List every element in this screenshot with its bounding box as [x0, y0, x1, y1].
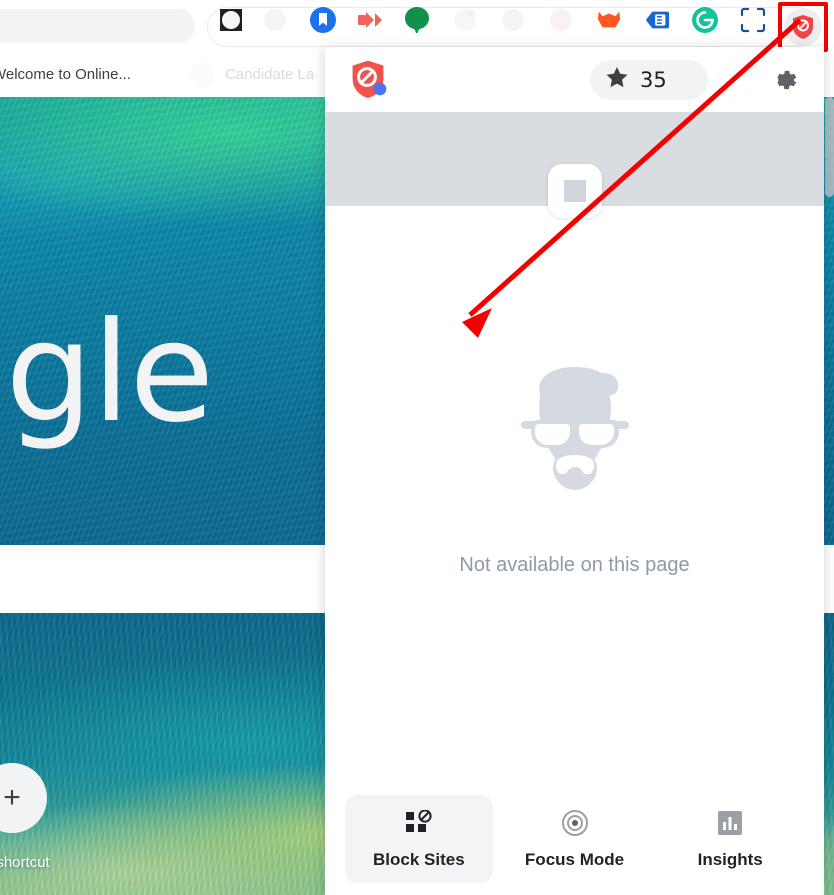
popup-header-actions: 35 [590, 59, 802, 100]
extension-icon-8[interactable] [548, 7, 574, 33]
browser-toolbar [0, 0, 834, 52]
bookmark-extension-icon[interactable] [310, 7, 336, 33]
points-value: 35 [640, 67, 667, 92]
blocksite-extension-popup: 35 Not available on this page Block Site… [325, 47, 824, 895]
popup-body-empty-state: Not available on this page [325, 206, 824, 795]
tab-title: Candidate La [224, 66, 315, 83]
nav-item-insights[interactable]: Insights [656, 795, 804, 883]
bar-chart-icon [717, 808, 743, 838]
nav-item-block-sites[interactable]: Block Sites [345, 795, 493, 883]
capture-extension-icon[interactable] [740, 7, 766, 33]
nav-label: Focus Mode [524, 850, 625, 869]
tab-welcome-to-online[interactable]: Welcome to Online... [0, 52, 131, 97]
avatar[interactable] [718, 62, 752, 97]
nav-label: Block Sites [373, 850, 465, 869]
points-badge[interactable]: 35 [590, 59, 708, 100]
empty-state-message: Not available on this page [459, 554, 690, 576]
screenshot-root: ogle + shortcut Welcome to Online... Can… [0, 0, 834, 895]
hipster-face-illustration [520, 367, 629, 490]
tag-extension-icon[interactable] [644, 7, 670, 33]
extension-icon-2[interactable] [262, 7, 288, 33]
star-icon [606, 66, 628, 93]
extension-icon-1[interactable] [218, 7, 244, 33]
fox-extension-icon[interactable] [596, 7, 622, 33]
blocksite-shield-logo [345, 57, 391, 103]
gear-icon [777, 70, 797, 89]
page-scrollbar[interactable] [825, 97, 834, 197]
popup-header: 35 [325, 47, 824, 112]
target-icon [561, 808, 589, 838]
popup-bottom-nav: Block Sites Focus Mode Insights [325, 795, 824, 895]
tab-favicon-icon [188, 61, 215, 88]
extension-icon-6[interactable] [452, 7, 478, 33]
favicon-placeholder [547, 164, 602, 218]
add-shortcut-label: shortcut [0, 854, 50, 871]
tab-title: Welcome to Online... [0, 66, 131, 83]
settings-button[interactable] [766, 62, 802, 98]
current-site-banner [325, 112, 824, 218]
extension-icon-7[interactable] [500, 7, 526, 33]
google-logo-text: ogle [0, 292, 214, 453]
nav-item-focus-mode[interactable]: Focus Mode [501, 795, 649, 883]
plus-icon: + [3, 781, 21, 814]
block-sites-icon [404, 808, 434, 838]
address-bar[interactable] [0, 9, 195, 43]
grammarly-extension-icon[interactable] [692, 7, 718, 33]
nav-label: Insights [697, 850, 763, 869]
favicon-inner-square [563, 180, 586, 202]
extension-highlight-box [778, 2, 828, 52]
video-extension-icon[interactable] [357, 7, 383, 33]
chat-extension-icon[interactable] [404, 7, 430, 33]
tab-candidate[interactable]: Candidate La [188, 52, 315, 97]
